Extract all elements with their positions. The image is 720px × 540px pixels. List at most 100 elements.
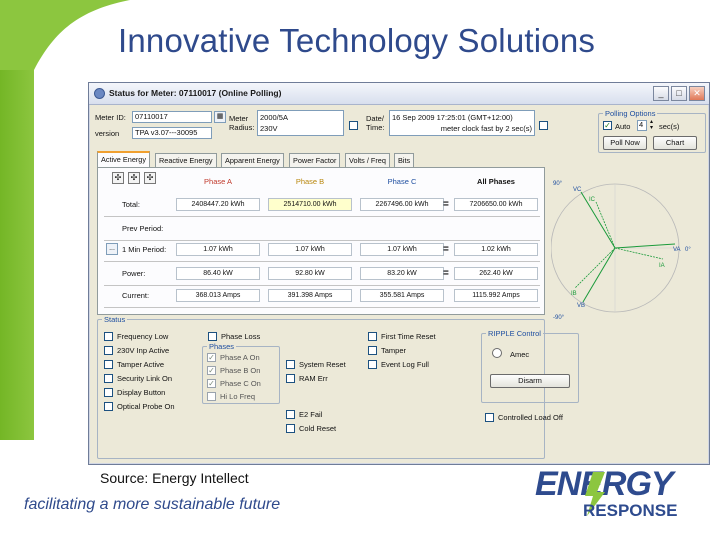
active-energy-panel: ✣ ✣ ✣ Phase A Phase B Phase C All Phases…: [97, 167, 545, 315]
close-button[interactable]: ✕: [689, 86, 705, 101]
ripple-control-title: RIPPLE Control: [486, 329, 543, 338]
status-checkbox[interactable]: [368, 346, 377, 355]
status-checkbox[interactable]: [104, 402, 113, 411]
minimize-button[interactable]: _: [653, 86, 669, 101]
row-separator: [104, 261, 540, 262]
window-title: Status for Meter: 07110017 (Online Polli…: [109, 88, 282, 98]
slide: Innovative Technology Solutions Status f…: [0, 0, 720, 540]
energy-cell-c: 1.07 kWh: [360, 243, 444, 256]
status-checkbox[interactable]: [104, 360, 113, 369]
maximize-button[interactable]: □: [671, 86, 687, 101]
phases-title: Phases: [207, 342, 237, 351]
meter-rating-line-1: 2000/5A: [260, 113, 288, 122]
meter-id-label: Meter ID:: [95, 113, 126, 122]
meter-rating-field: 2000/5A 230V: [257, 110, 344, 136]
status-checkbox[interactable]: [368, 360, 377, 369]
equals-sign: =: [443, 199, 449, 210]
phasor-ic-label: IC: [589, 197, 596, 203]
source-caption: Source: Energy Intellect: [100, 470, 249, 486]
app-icon: [94, 88, 105, 99]
status-checkbox[interactable]: [368, 332, 377, 341]
tab-reactive-energy[interactable]: Reactive Energy: [155, 153, 217, 167]
status-label: Security Link On: [117, 374, 173, 383]
radius-label: Radius:: [229, 123, 255, 132]
window-titlebar[interactable]: Status for Meter: 07110017 (Online Polli…: [89, 83, 709, 105]
meter-status-window: Status for Meter: 07110017 (Online Polli…: [88, 82, 710, 465]
phase-label: Hi Lo Freq: [220, 392, 256, 401]
phase-checkbox[interactable]: ✓: [207, 366, 216, 375]
column-all-phases: All Phases: [477, 177, 515, 186]
chart-button[interactable]: Chart: [653, 136, 697, 150]
energy-row-label: Current:: [122, 291, 150, 300]
meter-lookup-button[interactable]: ▦: [214, 111, 226, 123]
status-checkbox[interactable]: [286, 410, 295, 419]
status-checkbox[interactable]: [286, 424, 295, 433]
amec-radio[interactable]: [492, 348, 502, 358]
phase-checkbox[interactable]: ✓: [207, 353, 216, 362]
phase-label: Phase B On: [220, 366, 261, 375]
phase-checkbox[interactable]: ✓: [207, 379, 216, 388]
energy-cell-a: 2408447.20 kWh: [176, 198, 260, 211]
status-label: Optical Probe On: [117, 402, 175, 411]
status-label: E2 Fail: [299, 410, 323, 419]
status-checkbox[interactable]: [286, 360, 295, 369]
energy-row-label: 1 Min Period:: [122, 245, 167, 254]
meter-rating-checkbox[interactable]: [349, 121, 358, 130]
row-separator: [104, 216, 540, 217]
energy-cell-all: 262.40 kW: [454, 267, 538, 280]
move-tool-icon-2[interactable]: ✣: [128, 172, 140, 184]
tab-apparent-energy[interactable]: Apparent Energy: [221, 153, 284, 167]
poll-interval-field[interactable]: 4: [637, 120, 647, 131]
phase-loss-checkbox[interactable]: [208, 332, 217, 341]
poll-now-button[interactable]: Poll Now: [603, 136, 647, 150]
meter-id-field[interactable]: 07110017: [132, 111, 212, 123]
phase-checkbox[interactable]: [207, 392, 216, 401]
auto-poll-checkbox[interactable]: ✓: [603, 121, 612, 130]
tab-bits[interactable]: Bits: [394, 153, 415, 167]
tab-volts-freq[interactable]: Volts / Freq: [345, 153, 390, 167]
move-tool-icon-3[interactable]: ✣: [144, 172, 156, 184]
status-label: RAM Err: [299, 374, 328, 383]
status-group: Status Frequency Low 230V Inp Active Tampe…: [97, 315, 545, 459]
meter-rating-line-2: 230V: [260, 124, 278, 133]
datetime-checkbox[interactable]: [539, 121, 548, 130]
version-field: TPA v3.07---30095: [132, 127, 212, 139]
column-phase-c: Phase C: [387, 177, 417, 186]
auto-poll-label: Auto: [615, 122, 631, 131]
phasor-vb-label: VB: [577, 303, 585, 309]
phasor-ic: [595, 201, 616, 249]
time-label: Time:: [366, 123, 385, 132]
disarm-button[interactable]: Disarm: [490, 374, 570, 388]
tab-power-factor[interactable]: Power Factor: [289, 153, 341, 167]
polling-options-title: Polling Options: [603, 109, 658, 118]
energy-row-label: Power:: [122, 269, 146, 278]
status-label: Tamper: [381, 346, 407, 355]
status-label: Tamper Active: [117, 360, 165, 369]
clock-offset-note: meter clock fast by 2 sec(s): [440, 124, 532, 133]
status-checkbox[interactable]: [104, 332, 113, 341]
status-checkbox[interactable]: [104, 346, 113, 355]
phasor-0-label: 0°: [685, 247, 691, 253]
row-separator: [104, 307, 540, 308]
move-tool-icon[interactable]: ✣: [112, 172, 124, 184]
equals-sign: =: [443, 244, 449, 255]
energy-cell-b: 2514710.00 kWh: [268, 198, 352, 211]
status-checkbox[interactable]: [104, 388, 113, 397]
tab-active-energy[interactable]: Active Energy: [97, 151, 151, 167]
controlled-load-off-checkbox[interactable]: [485, 413, 494, 422]
logo-bottom-text: RESPONSE: [583, 501, 678, 520]
energy-response-logo: ENERGY RESPONSE: [535, 466, 700, 526]
period-details-button[interactable]: ...: [106, 243, 118, 255]
energy-row-label: Prev Period:: [122, 224, 164, 233]
phase-loss-label: Phase Loss: [221, 332, 261, 341]
datetime-value: 16 Sep 2009 17:25:01 (GMT+12:00): [392, 113, 513, 122]
energy-row-label: Total:: [122, 200, 140, 209]
column-phase-b: Phase B: [295, 177, 325, 186]
status-label: 230V Inp Active: [117, 346, 170, 355]
interval-spinner[interactable]: ▴ ▾: [650, 119, 653, 131]
phasor-ib-label: IB: [571, 291, 577, 297]
energy-cell-all: 7206650.00 kWh: [454, 198, 538, 211]
status-checkbox[interactable]: [104, 374, 113, 383]
status-checkbox[interactable]: [286, 374, 295, 383]
energy-cell-b: 391.398 Amps: [268, 289, 352, 302]
